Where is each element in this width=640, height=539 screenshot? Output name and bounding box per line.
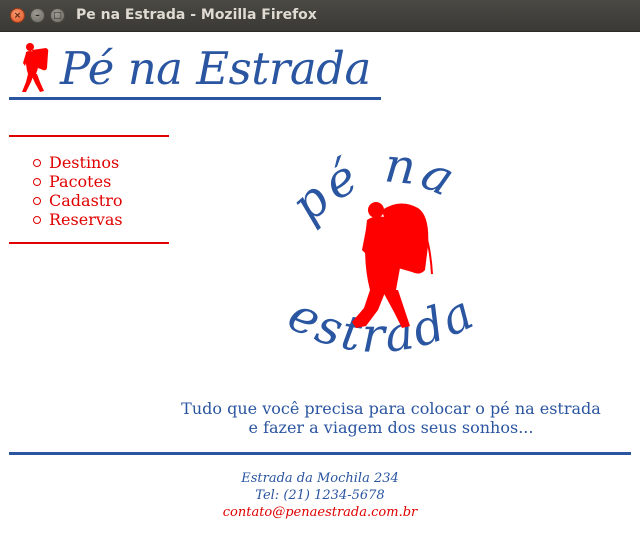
footer-phone: Tel: (21) 1234-5678 (255, 488, 385, 503)
nav-menu: Destinos Pacotes Cadastro Reservas (33, 153, 123, 229)
nav-bottom-divider (9, 242, 169, 244)
bullet-icon (33, 197, 41, 205)
header-divider (9, 97, 381, 100)
nav-item-destinos[interactable]: Destinos (33, 153, 123, 172)
nav-item-label[interactable]: Reservas (49, 210, 123, 229)
footer-divider (9, 452, 631, 455)
pe-na-estrada-logo: pé na estrada (279, 150, 481, 364)
nav-top-divider (9, 135, 169, 137)
window-close-button[interactable]: × (10, 8, 25, 23)
tagline-line-2: e fazer a viagem dos seus sonhos... (248, 418, 534, 437)
site-title: Pé na Estrada (60, 42, 371, 95)
nav-item-label[interactable]: Pacotes (49, 172, 111, 191)
nav-item-label[interactable]: Destinos (49, 153, 119, 172)
footer: Estrada da Mochila 234 Tel: (21) 1234-56… (0, 470, 640, 521)
nav-item-reservas[interactable]: Reservas (33, 210, 123, 229)
window-minimize-button[interactable]: – (30, 8, 45, 23)
nav-item-label[interactable]: Cadastro (49, 191, 122, 210)
window-title: Pe na Estrada - Mozilla Firefox (76, 7, 317, 23)
tagline-line-1: Tudo que você precisa para colocar o pé … (181, 399, 601, 418)
bullet-icon (33, 216, 41, 224)
tagline: Tudo que você precisa para colocar o pé … (150, 399, 632, 437)
footer-address: Estrada da Mochila 234 (241, 471, 399, 486)
bullet-icon (33, 178, 41, 186)
nav-item-pacotes[interactable]: Pacotes (33, 172, 123, 191)
hiker-icon (22, 43, 49, 92)
nav-item-cadastro[interactable]: Cadastro (33, 191, 123, 210)
bullet-icon (33, 159, 41, 167)
window-titlebar: × – □ Pe na Estrada - Mozilla Firefox (0, 0, 640, 32)
window-maximize-button[interactable]: □ (50, 8, 65, 23)
footer-email-link[interactable]: contato@penaestrada.com.br (0, 504, 640, 521)
